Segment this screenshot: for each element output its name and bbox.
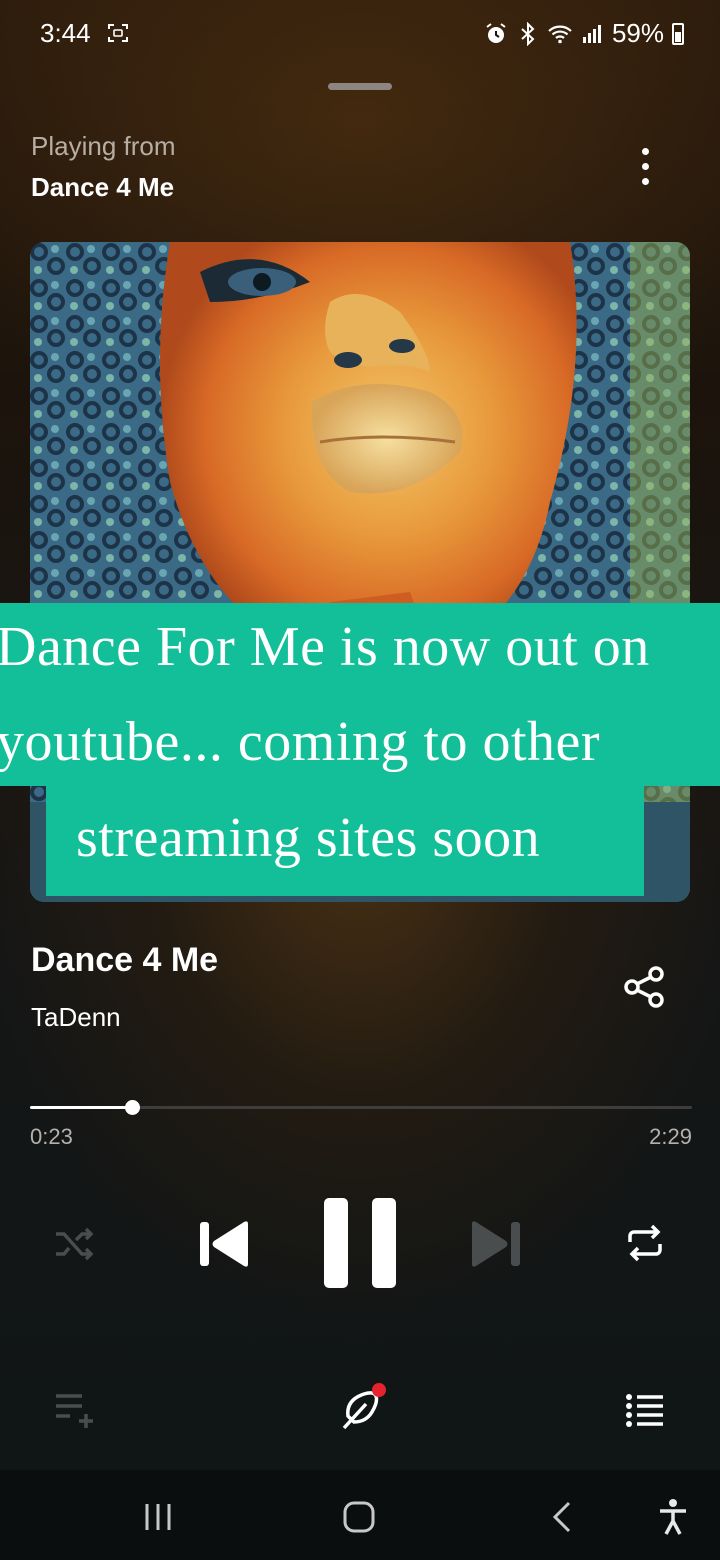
accessibility-icon[interactable] bbox=[658, 1498, 688, 1536]
alarm-icon bbox=[486, 22, 506, 43]
more-options-button[interactable] bbox=[626, 140, 664, 192]
share-icon[interactable] bbox=[622, 964, 668, 1010]
skip-next-icon[interactable] bbox=[468, 1218, 522, 1270]
feather-pen-icon[interactable] bbox=[336, 1382, 390, 1434]
system-nav-bar bbox=[0, 1470, 720, 1560]
queue-list-icon[interactable] bbox=[626, 1393, 664, 1427]
status-icons: 59% bbox=[484, 18, 684, 49]
more-vertical-icon bbox=[641, 147, 649, 155]
skip-previous-icon[interactable] bbox=[198, 1218, 252, 1270]
time-total: 2:29 bbox=[649, 1124, 692, 1149]
caption-line-2: youtube... coming to other bbox=[0, 711, 601, 773]
track-title: Dance 4 Me bbox=[31, 941, 219, 979]
caption-line-1: Dance For Me is now out on bbox=[0, 616, 650, 678]
progress-thumb[interactable] bbox=[125, 1100, 141, 1115]
progress-fill bbox=[30, 1106, 133, 1109]
screenshot-icon bbox=[108, 24, 128, 42]
battery-percent: 59% bbox=[611, 18, 664, 48]
back-icon[interactable] bbox=[550, 1500, 574, 1534]
bluetooth-icon bbox=[521, 21, 535, 46]
playlist-name[interactable]: Dance 4 Me bbox=[31, 172, 174, 203]
signal-icon bbox=[582, 24, 601, 43]
recent-apps-icon[interactable] bbox=[142, 1502, 174, 1532]
repeat-icon[interactable] bbox=[622, 1220, 668, 1266]
battery-icon bbox=[672, 22, 684, 45]
wifi-icon bbox=[548, 25, 572, 43]
progress-bar[interactable] bbox=[30, 1100, 692, 1115]
status-time: 3:44 bbox=[40, 18, 91, 48]
drag-handle[interactable] bbox=[328, 83, 392, 90]
status-bar: 3:44 59% bbox=[0, 0, 720, 68]
track-artist[interactable]: TaDenn bbox=[31, 1002, 121, 1033]
shuffle-icon[interactable] bbox=[52, 1222, 96, 1266]
playlist-add-icon[interactable] bbox=[54, 1392, 96, 1430]
playing-from-label: Playing from bbox=[31, 131, 176, 161]
caption-line-3: streaming sites soon bbox=[76, 807, 541, 869]
pause-icon[interactable] bbox=[322, 1196, 398, 1290]
time-elapsed: 0:23 bbox=[30, 1124, 73, 1149]
home-icon[interactable] bbox=[342, 1500, 376, 1534]
